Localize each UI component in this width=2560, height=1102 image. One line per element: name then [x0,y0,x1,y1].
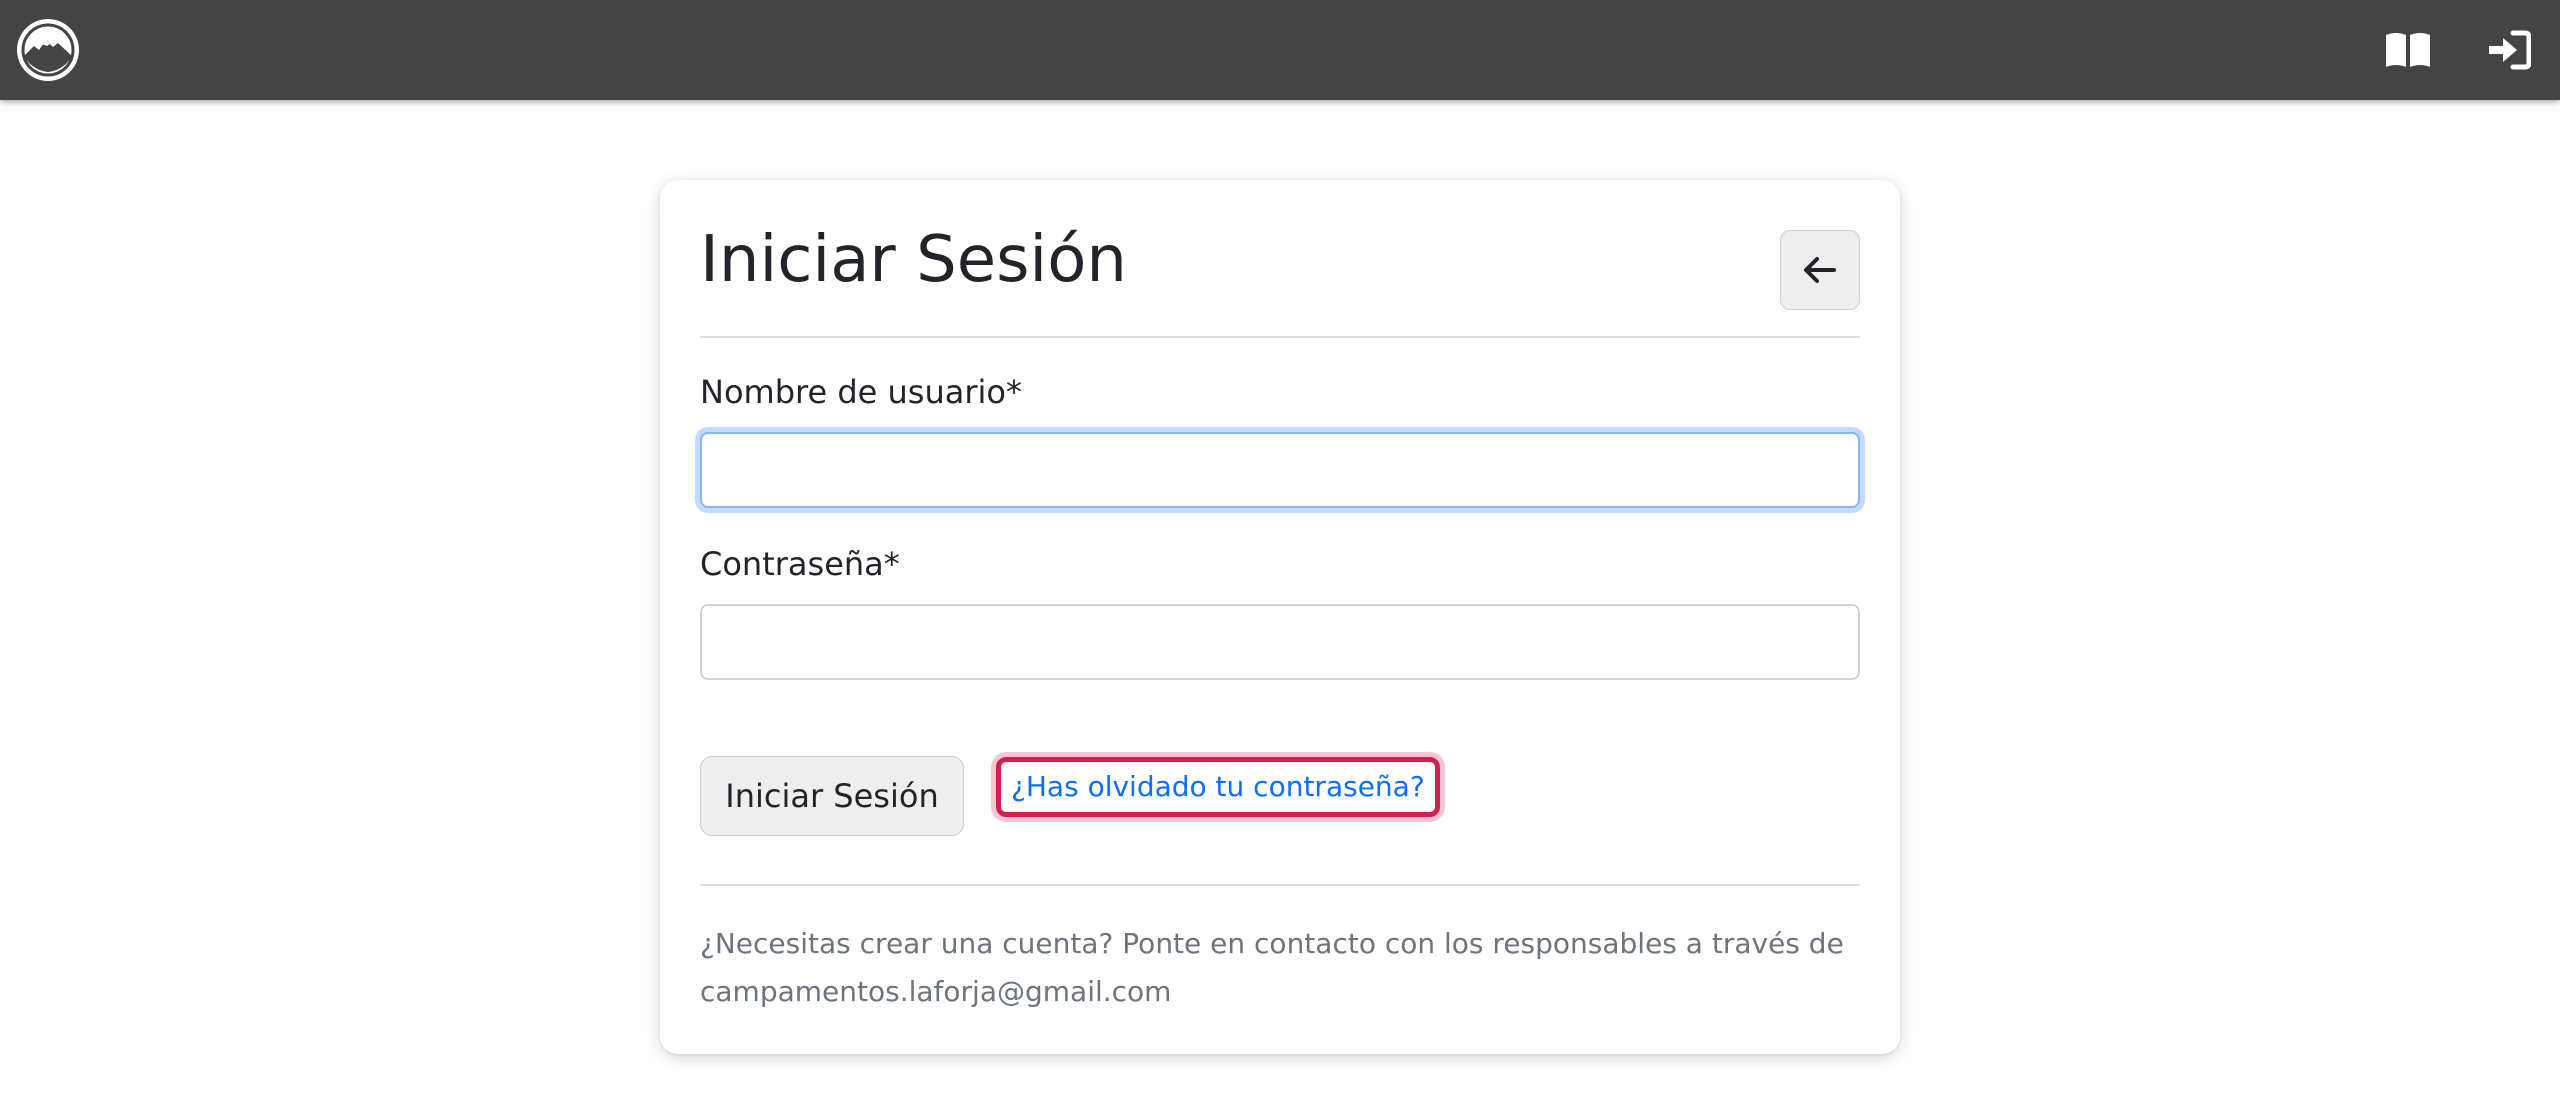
footer-divider [700,884,1860,886]
arrow-left-icon [1804,257,1836,283]
username-input[interactable] [700,432,1860,508]
username-label: Nombre de usuario* [700,373,1022,411]
password-input[interactable] [700,604,1860,680]
contact-email: campamentos.laforja@gmail.com [700,975,1172,1008]
header-divider [700,336,1860,338]
password-label: Contraseña* [700,545,900,583]
forgot-password-link[interactable]: ¿Has olvidado tu contraseña? [996,757,1440,817]
sign-in-icon[interactable] [2484,25,2534,75]
top-navbar [0,0,2560,100]
page-title: Iniciar Sesión [700,223,1127,297]
login-card: Iniciar Sesión Nombre de usuario* Contra… [660,180,1900,1054]
account-help-line: ¿Necesitas crear una cuenta? Ponte en co… [700,927,1844,960]
mountain-logo-icon[interactable] [14,16,82,84]
open-book-icon[interactable] [2383,25,2433,75]
back-button[interactable] [1780,230,1860,310]
account-help-text: ¿Necesitas crear una cuenta? Ponte en co… [700,920,1860,1016]
login-submit-button[interactable]: Iniciar Sesión [700,756,964,836]
